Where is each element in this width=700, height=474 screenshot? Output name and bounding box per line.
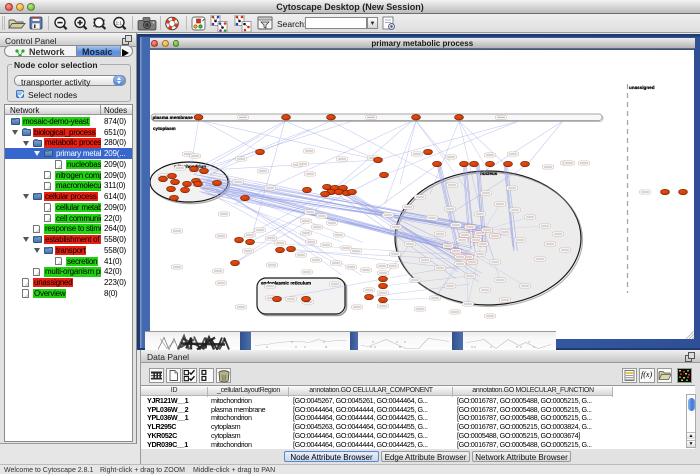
svg-text:cytoplasm: cytoplasm — [153, 126, 176, 131]
svg-text:plasma membrane: plasma membrane — [153, 115, 194, 120]
svg-text:1:1: 1:1 — [116, 21, 123, 26]
svg-text:unassigned: unassigned — [629, 85, 655, 90]
